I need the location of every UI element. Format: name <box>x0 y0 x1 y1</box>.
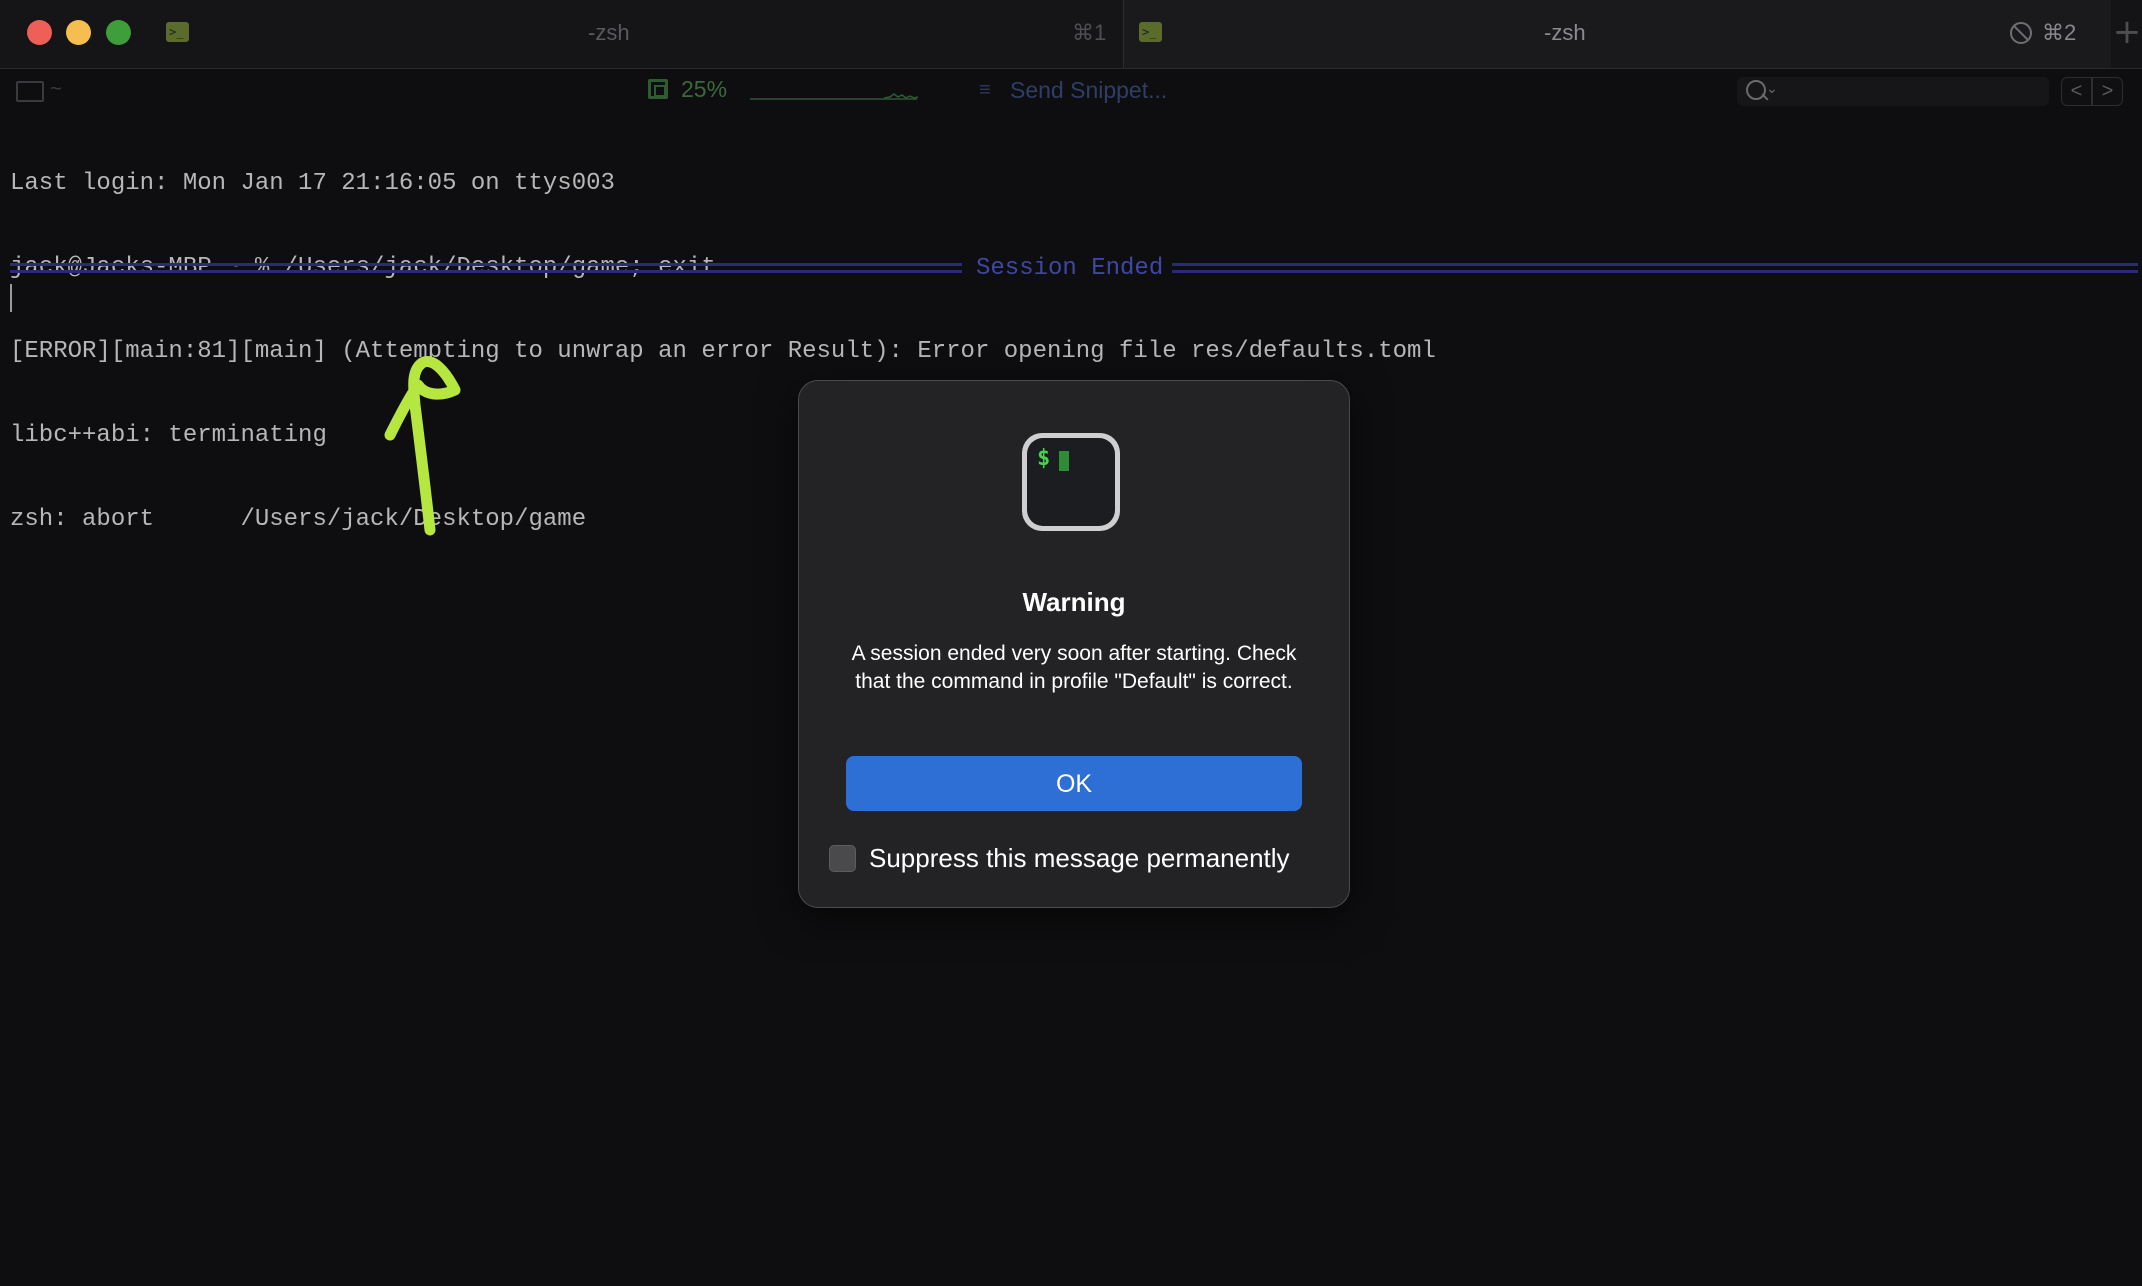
search-icon[interactable] <box>1746 80 1766 100</box>
divider-rule <box>1172 263 2138 273</box>
tab-1[interactable]: >_ -zsh ⌘1 <box>0 0 1124 68</box>
chevron-down-icon[interactable]: ⌄ <box>1766 80 1778 97</box>
cpu-usage: 25% <box>681 76 728 102</box>
dialog-title: Warning <box>1022 587 1126 617</box>
session-ended-label: Session Ended <box>976 255 1164 282</box>
terminal-app-icon-screen: $ <box>1027 438 1115 526</box>
ok-button[interactable]: OK <box>846 756 1302 811</box>
terminal-icon: >_ <box>1139 22 1162 42</box>
tab-1-shortcut: ⌘1 <box>1072 20 1107 45</box>
send-snippet-button[interactable]: Send Snippet... <box>1010 77 1167 104</box>
search-input[interactable] <box>1737 77 2049 106</box>
terminal-window: >_ -zsh ⌘1 >_ -zsh ⌘2 + ~ 25% ≡ Send Sni… <box>0 0 2142 1286</box>
new-tab-button[interactable]: + <box>2112 12 2142 56</box>
annotation-arrow-icon <box>384 356 461 536</box>
status-bar: ~ 25% ≡ Send Snippet... ⌄ < > <box>0 70 2142 112</box>
minimize-button[interactable] <box>66 20 91 45</box>
no-entry-icon <box>2010 22 2032 44</box>
tab-2[interactable]: >_ -zsh ⌘2 <box>1124 0 2111 68</box>
cpu-icon <box>648 79 668 99</box>
tab-1-title: -zsh <box>588 20 630 45</box>
divider-rule <box>10 263 962 273</box>
suppress-checkbox[interactable] <box>829 845 856 872</box>
tab-2-title: -zsh <box>1544 20 1586 45</box>
terminal-line: Last login: Mon Jan 17 21:16:05 on ttys0… <box>10 170 615 197</box>
close-button[interactable] <box>27 20 52 45</box>
suppress-label[interactable]: Suppress this message permanently <box>869 843 1290 874</box>
dialog-message: A session ended very soon after starting… <box>851 642 1297 693</box>
text-cursor <box>10 284 12 312</box>
prompt-cursor <box>1059 451 1069 471</box>
terminal-line: [ERROR][main:81][main] (Attempting to un… <box>10 338 1436 365</box>
prompt-glyph: $ <box>1037 446 1051 471</box>
tab-2-shortcut: ⌘2 <box>2042 20 2077 45</box>
terminal-app-icon: $ <box>1022 433 1120 531</box>
terminal-icon: >_ <box>166 22 189 42</box>
tab-bar: >_ -zsh ⌘1 >_ -zsh ⌘2 + <box>0 0 2142 69</box>
session-ended-divider: Session Ended <box>10 255 2138 282</box>
snippet-icon: ≡ <box>979 79 991 101</box>
suppress-row[interactable]: Suppress this message permanently <box>829 843 1329 873</box>
search-previous-button[interactable]: < <box>2061 77 2092 106</box>
folder-icon <box>16 81 44 102</box>
search-next-button[interactable]: > <box>2092 77 2123 106</box>
cpu-sparkline <box>884 93 918 99</box>
current-directory[interactable]: ~ <box>50 78 62 101</box>
warning-dialog: $ Warning A session ended very soon afte… <box>798 380 1350 908</box>
zoom-button[interactable] <box>106 20 131 45</box>
